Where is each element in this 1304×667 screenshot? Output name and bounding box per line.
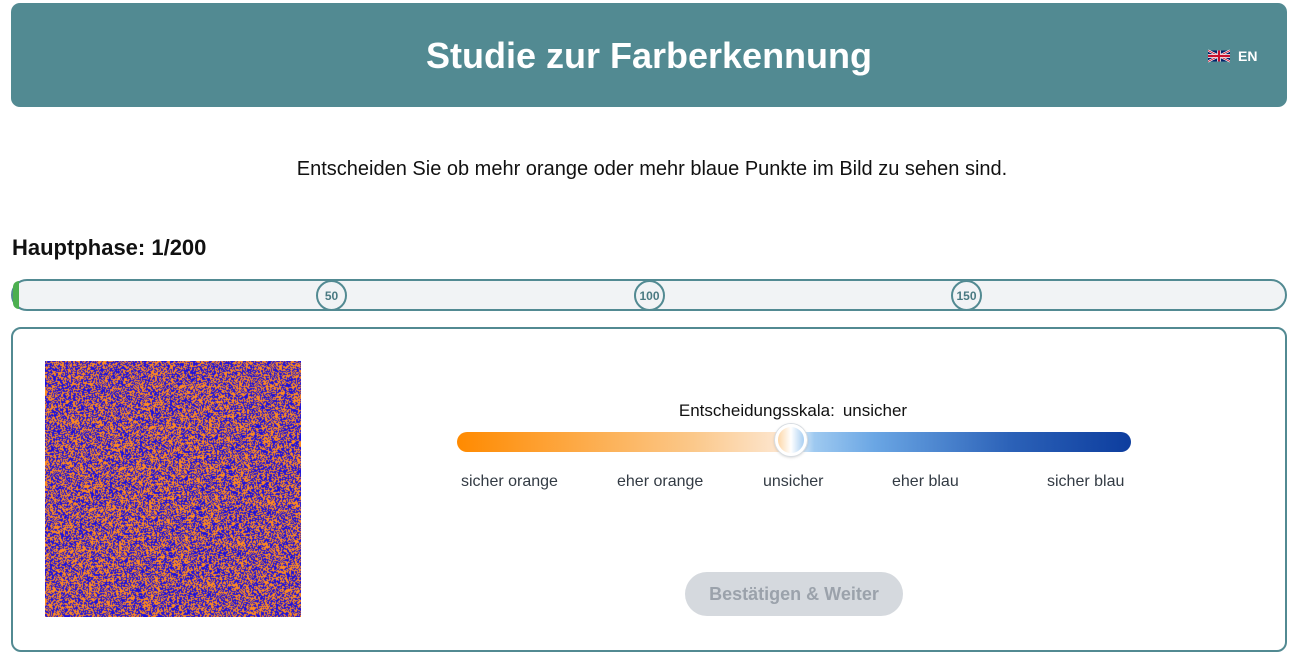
scale-label-eher-orange: eher orange xyxy=(617,473,704,490)
phase-counter: Hauptphase: 1/200 xyxy=(12,235,207,260)
instruction-text: Entscheiden Sie ob mehr orange oder mehr… xyxy=(296,158,1008,180)
page-title: Studie zur Farberkennung xyxy=(425,35,873,76)
scale-current-value: unsicher xyxy=(842,401,908,420)
milestone-50: 50 xyxy=(316,280,347,311)
milestone-150: 150 xyxy=(951,280,982,311)
confirm-next-button[interactable]: Bestätigen & Weiter xyxy=(685,572,903,616)
scale-label-eher-blau: eher blau xyxy=(892,473,959,490)
language-switch[interactable]: EN xyxy=(1208,45,1257,67)
language-code: EN xyxy=(1238,48,1258,64)
uk-flag-icon xyxy=(1208,49,1230,63)
trial-card: Entscheidungsskala: unsicher sicher orang… xyxy=(11,327,1287,652)
slider-thumb[interactable] xyxy=(775,424,807,456)
milestone-100: 100 xyxy=(634,280,665,311)
scale-label-unsicher: unsicher xyxy=(763,473,824,490)
scale-label-sicher-blau: sicher blau xyxy=(1047,473,1125,490)
header-bar: Studie zur Farberkennung EN xyxy=(11,3,1287,107)
progress-fill xyxy=(13,281,19,309)
dot-stimulus-image xyxy=(45,361,301,617)
progress-bar: 50 100 150 xyxy=(11,279,1287,311)
scale-title-label: Entscheidungsskala: xyxy=(678,401,835,420)
scale-label-sicher-orange: sicher orange xyxy=(461,473,558,490)
scale-title: Entscheidungsskala: unsicher xyxy=(453,401,1133,421)
